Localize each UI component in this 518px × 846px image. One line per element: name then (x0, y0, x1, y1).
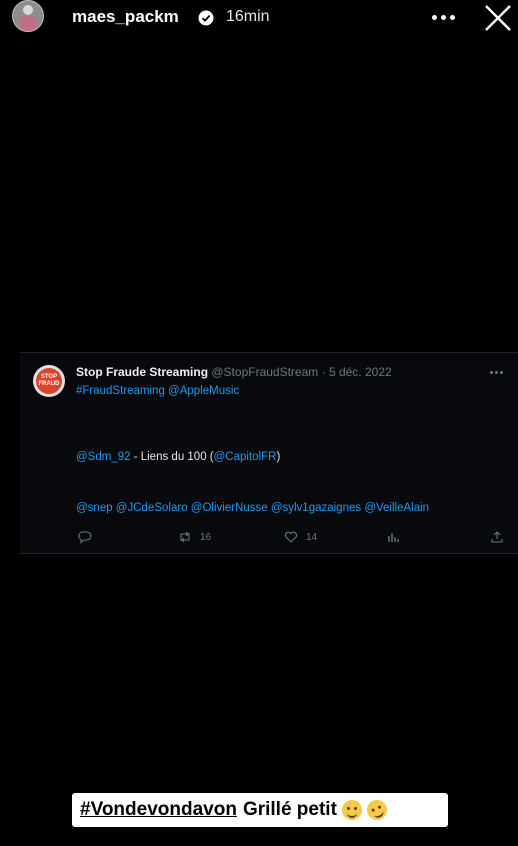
rofl-face-icon (363, 796, 391, 824)
close-icon[interactable] (484, 4, 512, 32)
heart-icon (284, 531, 298, 543)
avatar-head (23, 5, 33, 15)
tweet-text-line3[interactable]: @snep @JCdeSolaro @OlivierNusse @sylv1ga… (76, 502, 429, 514)
retweet-button[interactable]: 16 (178, 529, 211, 545)
story-caption: #Vondevondavon Grillé petit (72, 793, 448, 827)
username[interactable]: maes_packm (72, 7, 179, 27)
stop-fraud-logo: STOP FRAUD (36, 368, 62, 394)
caption-text: Grillé petit (242, 799, 337, 820)
share-icon (491, 531, 503, 543)
like-button[interactable]: 14 (284, 529, 317, 545)
tweet-date: · 5 déc. 2022 (321, 365, 392, 379)
analytics-button[interactable] (386, 529, 400, 545)
tweet-text-line2: @Sdm_92 - Liens du 100 (@CapitolFR) (76, 451, 281, 463)
share-button[interactable] (490, 529, 504, 545)
like-count: 14 (306, 531, 318, 543)
more-options-icon[interactable] (432, 15, 456, 21)
tweet-header: Stop Fraude Streaming @StopFraudStream ·… (76, 365, 392, 379)
tweet-author-name[interactable]: Stop Fraude Streaming (76, 365, 208, 379)
story-header: maes_packm 16min (0, 0, 518, 40)
tweet-card[interactable]: STOP FRAUD Stop Fraude Streaming @StopFr… (20, 352, 518, 554)
reply-icon (78, 531, 92, 544)
mention-capitolfr[interactable]: @CapitolFR (214, 451, 277, 463)
winking-face-icon (341, 800, 362, 820)
tweet-author-avatar[interactable]: STOP FRAUD (33, 365, 65, 397)
user-avatar[interactable] (12, 0, 44, 32)
retweet-count: 16 (200, 531, 212, 543)
reply-button[interactable] (78, 529, 92, 545)
post-time: 16min (226, 8, 270, 25)
verified-icon (198, 10, 214, 26)
tweet-text-line1[interactable]: #FraudStreaming @AppleMusic (76, 385, 239, 397)
retweet-icon (180, 531, 190, 543)
avatar-body (19, 16, 37, 31)
analytics-icon (388, 533, 399, 542)
caption-hashtag[interactable]: #Vondevondavon (80, 799, 237, 821)
tweet-more-icon[interactable] (490, 371, 504, 375)
mention-sdm92[interactable]: @Sdm_92 (76, 451, 131, 463)
tweet-author-handle[interactable]: @StopFraudStream (211, 365, 318, 379)
